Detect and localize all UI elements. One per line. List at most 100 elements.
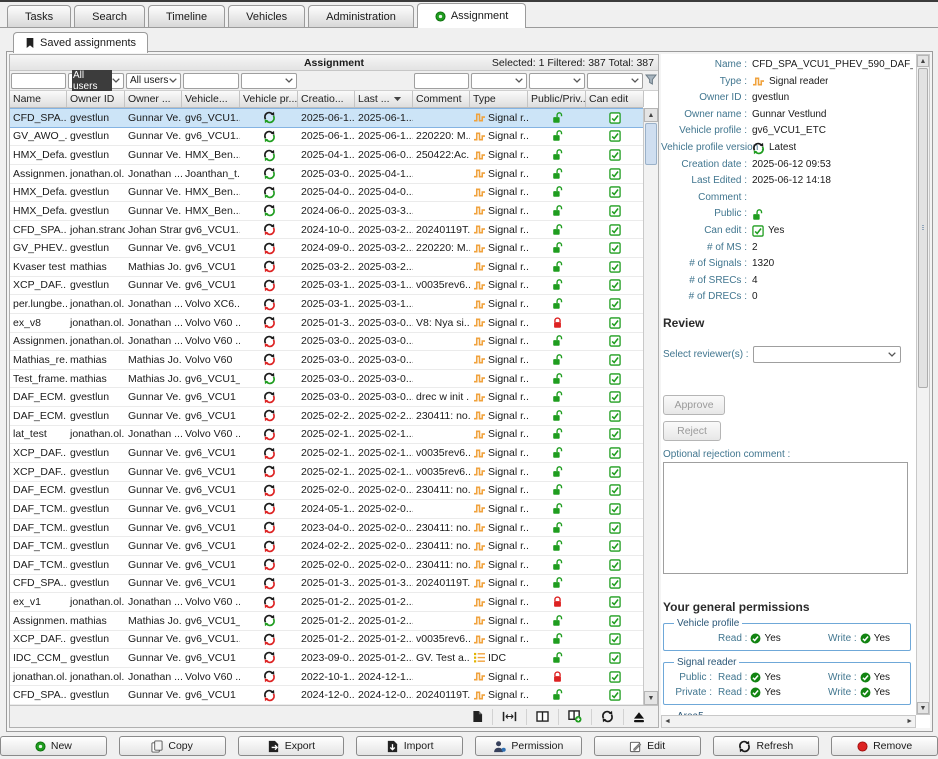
table-row[interactable]: lat_testjonathan.ol...Jonathan ...Volvo … bbox=[10, 426, 643, 445]
cell-owner-id: gvestlun bbox=[67, 503, 125, 515]
cell-public-private bbox=[528, 130, 586, 142]
filter-type-select[interactable] bbox=[471, 73, 527, 89]
filter-vehicle-profile-input[interactable] bbox=[183, 73, 239, 89]
details-scroll-left-button[interactable]: ◄ bbox=[664, 718, 671, 725]
columns-toolbar-button[interactable] bbox=[526, 709, 558, 725]
remove-button[interactable]: Remove bbox=[831, 736, 938, 756]
table-row[interactable]: Test_frame...mathiasMathias Jo...gv6_VCU… bbox=[10, 370, 643, 389]
cell-comment: 250422:Ac... bbox=[413, 149, 470, 161]
table-row[interactable]: DAF_TCM...gvestlunGunnar Ve...gv6_VCU120… bbox=[10, 556, 643, 575]
column-header-vehicle[interactable]: Vehicle... bbox=[182, 91, 240, 107]
table-row[interactable]: per.lungbe...jonathan.ol...Jonathan ...V… bbox=[10, 295, 643, 314]
table-row[interactable]: IDC_CCM_1gvestlunGunnar Ve...gv6_VCU1202… bbox=[10, 649, 643, 668]
add-column-toolbar-button[interactable] bbox=[558, 709, 591, 725]
table-row[interactable]: XCP_DAF...gvestlunGunnar Ve...gv6_VCU120… bbox=[10, 277, 643, 296]
table-row[interactable]: DAF_ECM...gvestlunGunnar Ve...gv6_VCU120… bbox=[10, 407, 643, 426]
column-header-comment[interactable]: Comment bbox=[413, 91, 470, 107]
table-row[interactable]: jonathan.ol...jonathan.ol...Jonathan ...… bbox=[10, 668, 643, 687]
table-row[interactable]: ex_v1jonathan.ol...Jonathan ...Volvo V60… bbox=[10, 593, 643, 612]
filter-owner-id-select[interactable]: All users bbox=[68, 73, 124, 89]
cell-can-edit bbox=[586, 130, 644, 142]
table-scrollbar-thumb[interactable] bbox=[645, 123, 657, 165]
table-vertical-scrollbar[interactable]: ▲ ▼ bbox=[643, 108, 658, 705]
fit-width-toolbar-button[interactable] bbox=[492, 709, 526, 725]
table-row[interactable]: ex_v8jonathan.ol...Jonathan ...Volvo V60… bbox=[10, 314, 643, 333]
refresh-button[interactable]: Refresh bbox=[713, 736, 820, 756]
cell-vehicle-profile-version bbox=[240, 167, 298, 180]
table-row[interactable]: GV_AWO_...gvestlunGunnar Ve...gv6_VCU1..… bbox=[10, 128, 643, 147]
approve-button[interactable]: Approve bbox=[663, 395, 725, 415]
tab-search[interactable]: Search bbox=[74, 5, 145, 27]
column-header-can-edit[interactable]: Can edit bbox=[586, 91, 644, 107]
filter-comment-input[interactable] bbox=[414, 73, 469, 89]
table-row[interactable]: CFD_SPA...gvestlunGunnar Ve...gv6_VCU1..… bbox=[10, 108, 643, 128]
column-header-vehicle-pr[interactable]: Vehicle pr... bbox=[240, 91, 298, 107]
table-row[interactable]: Assignmen...mathiasMathias Jo...gv6_VCU1… bbox=[10, 612, 643, 631]
table-row[interactable]: HMX_Defa...gvestlunGunnar Ve...HMX_Ben..… bbox=[10, 202, 643, 221]
column-header-type[interactable]: Type bbox=[470, 91, 528, 107]
tab-saved-assignments[interactable]: Saved assignments bbox=[13, 32, 148, 53]
column-header-creatio[interactable]: Creatio... bbox=[298, 91, 355, 107]
filter-name-input[interactable] bbox=[11, 73, 66, 89]
rejection-comment-textarea[interactable] bbox=[663, 462, 908, 574]
details-scroll-up-button[interactable]: ▲ bbox=[917, 55, 929, 67]
import-button[interactable]: Import bbox=[356, 736, 463, 756]
table-row[interactable]: Mathias_re...mathiasMathias Jo...Volvo V… bbox=[10, 351, 643, 370]
sync-red-icon bbox=[263, 670, 276, 683]
table-row[interactable]: DAF_ECM...gvestlunGunnar Ve...gv6_VCU120… bbox=[10, 388, 643, 407]
table-row[interactable]: Assignmen...jonathan.ol...Jonathan ...Jo… bbox=[10, 165, 643, 184]
tab-assignment[interactable]: Assignment bbox=[417, 3, 526, 28]
filter-public-private-select[interactable] bbox=[529, 73, 585, 89]
table-row[interactable]: XCP_DAF...gvestlunGunnar Ve...gv6_VCU1..… bbox=[10, 631, 643, 650]
cell-type: Signal r... bbox=[470, 298, 528, 310]
details-horizontal-scrollbar[interactable]: ◄ ► bbox=[661, 715, 916, 728]
column-header-name[interactable]: Name bbox=[10, 91, 67, 107]
edit-button[interactable]: Edit bbox=[594, 736, 701, 756]
table-row[interactable]: DAF_TCM...gvestlunGunnar Ve...gv6_VCU120… bbox=[10, 519, 643, 538]
table-row[interactable]: GV_PHEV...gvestlunGunnar Ve...gv6_VCU120… bbox=[10, 239, 643, 258]
table-row[interactable]: DAF_TCM...gvestlunGunnar Ve...gv6_VCU120… bbox=[10, 500, 643, 519]
cell-can-edit bbox=[586, 298, 644, 310]
table-row[interactable]: CFD_SPA...johan.strandJohan Strandgv6_VC… bbox=[10, 221, 643, 240]
table-row[interactable]: HMX_Defa...gvestlunGunnar Ve...HMX_Ben..… bbox=[10, 146, 643, 165]
filter-can-edit-select[interactable] bbox=[587, 73, 643, 89]
table-row[interactable]: Kvaser testmathiasMathias Jo...gv6_VCU12… bbox=[10, 258, 643, 277]
tab-tasks[interactable]: Tasks bbox=[7, 5, 71, 27]
table-row[interactable]: DAF_TCM...gvestlunGunnar Ve...gv6_VCU120… bbox=[10, 537, 643, 556]
tab-timeline[interactable]: Timeline bbox=[148, 5, 225, 27]
filter-owner-name-select[interactable]: All users bbox=[126, 73, 181, 89]
table-row[interactable]: CFD_SPA...gvestlunGunnar Ve...gv6_VCU120… bbox=[10, 686, 643, 705]
table-row[interactable]: Assignmen...jonathan.ol...Jonathan ...Vo… bbox=[10, 333, 643, 352]
permission-button[interactable]: Permission bbox=[475, 736, 582, 756]
reject-button[interactable]: Reject bbox=[663, 421, 721, 441]
tab-vehicles[interactable]: Vehicles bbox=[228, 5, 305, 27]
details-scroll-right-button[interactable]: ► bbox=[906, 718, 913, 725]
filter-vehicle-version-select[interactable] bbox=[241, 73, 297, 89]
column-header-owner[interactable]: Owner ... bbox=[125, 91, 182, 107]
table-row[interactable]: XCP_DAF...gvestlunGunnar Ve...gv6_VCU120… bbox=[10, 444, 643, 463]
column-header-public-priv[interactable]: Public/Priv... bbox=[528, 91, 586, 107]
unlock-icon bbox=[552, 354, 563, 366]
details-vertical-scrollbar[interactable]: ▲ ▼ bbox=[916, 54, 930, 715]
eject-toolbar-button[interactable] bbox=[623, 709, 654, 725]
scroll-down-button[interactable]: ▼ bbox=[644, 691, 658, 705]
details-scrollbar-thumb[interactable] bbox=[918, 68, 928, 388]
scroll-up-button[interactable]: ▲ bbox=[644, 108, 658, 122]
filter-funnel-icon[interactable] bbox=[645, 73, 657, 86]
cell-owner-name: Gunnar Ve... bbox=[125, 242, 182, 254]
table-row[interactable]: XCP_DAF...gvestlunGunnar Ve...gv6_VCU120… bbox=[10, 463, 643, 482]
new-button[interactable]: New bbox=[0, 736, 107, 756]
copy-button[interactable]: Copy bbox=[119, 736, 226, 756]
table-row[interactable]: HMX_Defa...gvestlunGunnar Ve...HMX_Ben..… bbox=[10, 184, 643, 203]
details-scroll-down-button[interactable]: ▼ bbox=[917, 702, 929, 714]
details-content: Name :CFD_SPA_VCU1_PHEV_590_DAF_OBD...Ty… bbox=[661, 54, 913, 715]
refresh-toolbar-button[interactable] bbox=[591, 709, 623, 725]
column-header-last[interactable]: Last ... bbox=[355, 91, 413, 107]
file-toolbar-button[interactable] bbox=[463, 709, 492, 725]
reviewer-select[interactable] bbox=[753, 346, 901, 363]
export-button[interactable]: Export bbox=[238, 736, 345, 756]
table-row[interactable]: CFD_SPA...gvestlunGunnar Ve...gv6_VCU120… bbox=[10, 575, 643, 594]
table-row[interactable]: DAF_ECM...gvestlunGunnar Ve...gv6_VCU120… bbox=[10, 482, 643, 501]
column-header-owner-id[interactable]: Owner ID bbox=[67, 91, 125, 107]
tab-administration[interactable]: Administration bbox=[308, 5, 414, 27]
